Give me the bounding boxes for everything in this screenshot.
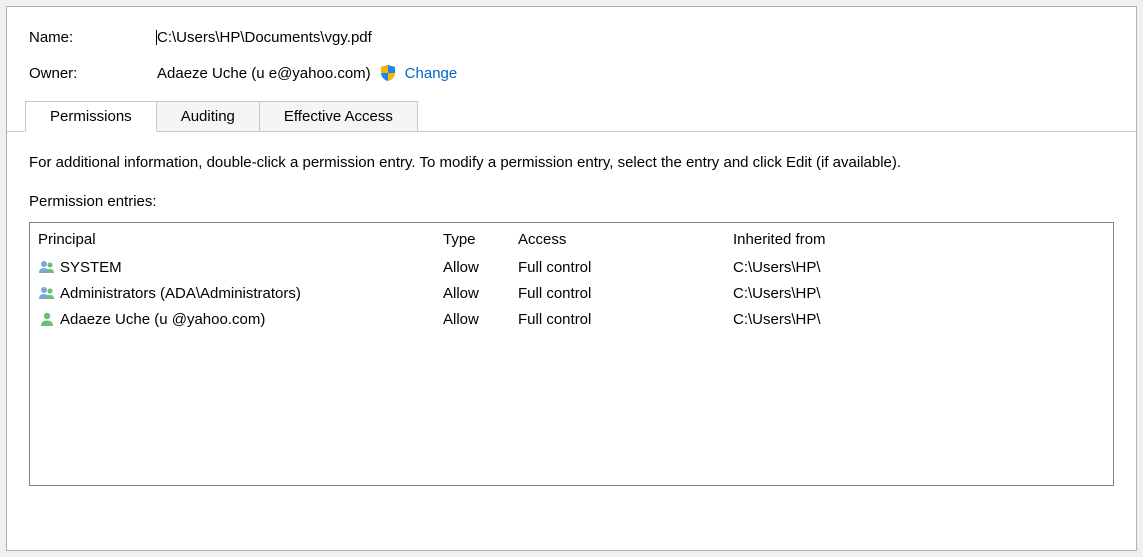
permission-entries-table[interactable]: Principal Type Access Inherited from xyxy=(29,222,1114,486)
tab-auditing[interactable]: Auditing xyxy=(157,101,260,132)
cell-type: Allow xyxy=(443,311,518,328)
change-owner-link[interactable]: Change xyxy=(405,65,458,82)
name-label: Name: xyxy=(29,29,157,46)
cell-inherited: C:\Users\HP\ xyxy=(733,285,1105,302)
col-header-principal[interactable]: Principal xyxy=(38,231,443,248)
name-row: Name: C:\Users\HP\Documents\vgy.pdf xyxy=(25,29,1118,46)
table-row[interactable]: SYSTEM Allow Full control C:\Users\HP\ xyxy=(30,254,1113,280)
tab-effective-access[interactable]: Effective Access xyxy=(260,101,418,132)
shield-icon xyxy=(379,64,397,82)
cell-access: Full control xyxy=(518,259,733,276)
table-row[interactable]: Adaeze Uche (u @yahoo.com) Allow Full co… xyxy=(30,306,1113,332)
col-header-inherited[interactable]: Inherited from xyxy=(733,231,1105,248)
cell-principal: Administrators (ADA\Administrators) xyxy=(38,284,443,302)
user-icon xyxy=(38,310,56,328)
cell-principal: SYSTEM xyxy=(38,258,443,276)
permissions-content: For additional information, double-click… xyxy=(25,132,1118,486)
owner-row: Owner: Adaeze Uche (u e@yahoo.com) Chang… xyxy=(25,64,1118,82)
col-header-type[interactable]: Type xyxy=(443,231,518,248)
tab-separator xyxy=(7,131,1136,132)
cell-access: Full control xyxy=(518,311,733,328)
principal-text: SYSTEM xyxy=(60,259,122,276)
help-text: For additional information, double-click… xyxy=(29,154,1114,171)
principal-text: Adaeze Uche (u @yahoo.com) xyxy=(60,311,265,328)
cell-inherited: C:\Users\HP\ xyxy=(733,259,1105,276)
tab-strip: Permissions Auditing Effective Access xyxy=(25,100,1118,131)
col-header-access[interactable]: Access xyxy=(518,231,733,248)
security-panel: Name: C:\Users\HP\Documents\vgy.pdf Owne… xyxy=(6,6,1137,551)
cell-type: Allow xyxy=(443,259,518,276)
owner-value: Adaeze Uche (u e@yahoo.com) xyxy=(157,65,371,82)
entries-label: Permission entries: xyxy=(29,193,1114,210)
group-icon xyxy=(38,284,56,302)
cell-inherited: C:\Users\HP\ xyxy=(733,311,1105,328)
table-header: Principal Type Access Inherited from xyxy=(30,223,1113,254)
cell-principal: Adaeze Uche (u @yahoo.com) xyxy=(38,310,443,328)
name-value: C:\Users\HP\Documents\vgy.pdf xyxy=(157,29,372,46)
window-frame: Name: C:\Users\HP\Documents\vgy.pdf Owne… xyxy=(0,0,1143,557)
cell-access: Full control xyxy=(518,285,733,302)
tab-permissions[interactable]: Permissions xyxy=(25,101,157,132)
table-row[interactable]: Administrators (ADA\Administrators) Allo… xyxy=(30,280,1113,306)
principal-text: Administrators (ADA\Administrators) xyxy=(60,285,301,302)
owner-label: Owner: xyxy=(29,65,157,82)
cell-type: Allow xyxy=(443,285,518,302)
owner-line: Adaeze Uche (u e@yahoo.com) Change xyxy=(157,64,457,82)
group-icon xyxy=(38,258,56,276)
